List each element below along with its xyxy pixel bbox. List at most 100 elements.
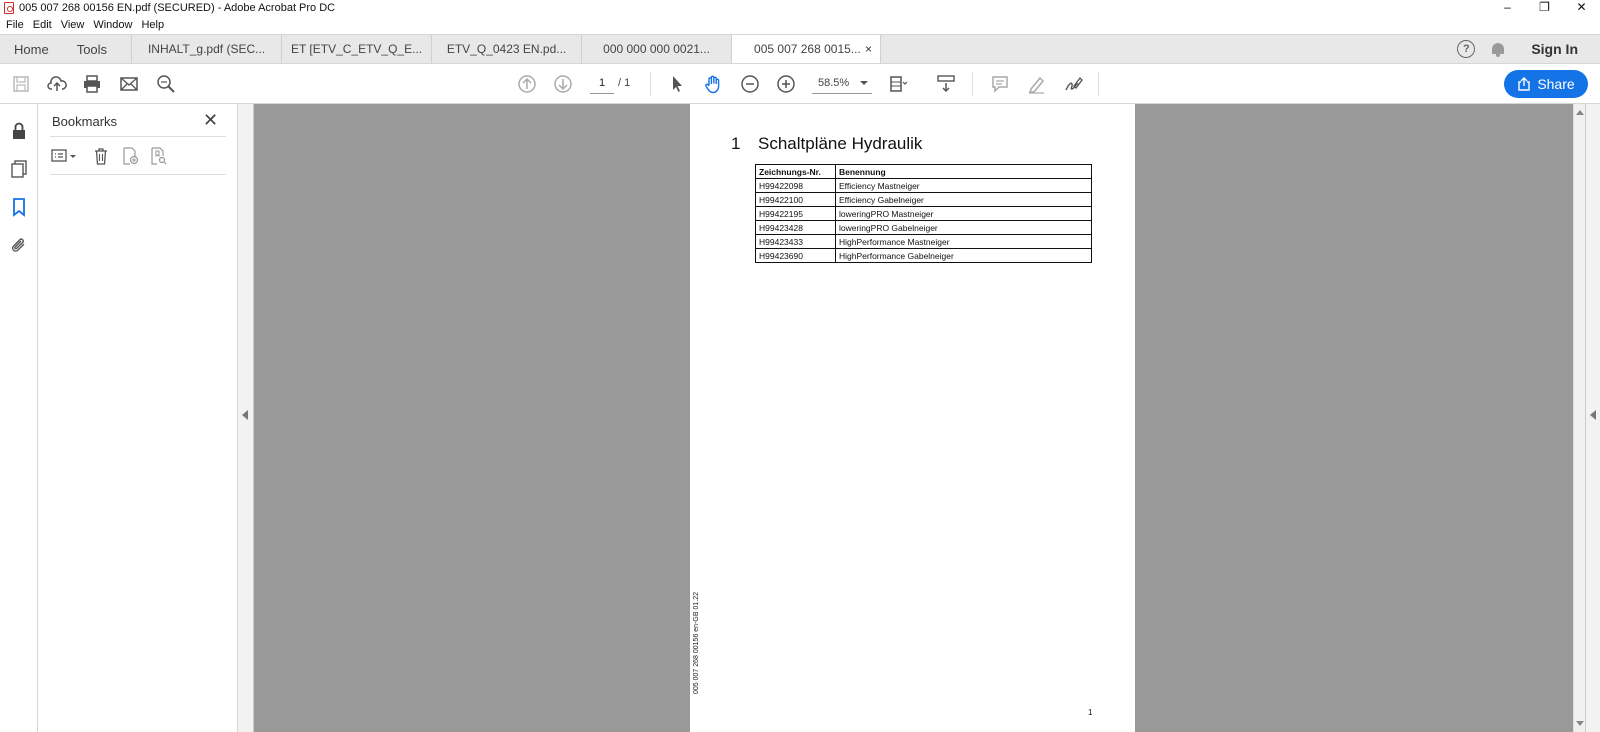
notification-bell-icon[interactable] (1491, 41, 1505, 57)
save-icon[interactable] (9, 72, 33, 96)
toolbar-divider (1098, 72, 1099, 96)
lock-icon[interactable] (8, 120, 30, 142)
hand-tool-icon[interactable] (701, 72, 725, 96)
section-number: 1 (731, 134, 741, 153)
document-tab[interactable]: ET [ETV_C_ETV_Q_E... (281, 35, 431, 63)
tab-tools[interactable]: Tools (63, 35, 131, 63)
document-tab[interactable]: 000 000 000 0021... (581, 35, 731, 63)
collapse-left-pane[interactable] (238, 104, 254, 732)
drawing-name: HighPerformance Gabelneiger (835, 248, 1092, 263)
document-tab[interactable]: ETV_Q_0423 EN.pd... (431, 35, 581, 63)
next-page-icon[interactable] (551, 72, 575, 96)
table-row: H99422098 Efficiency Mastneiger (755, 178, 1092, 193)
tab-bar: Home Tools INHALT_g.pdf (SEC... ET [ETV_… (0, 34, 1600, 64)
delete-bookmark-icon[interactable] (89, 144, 113, 168)
menu-window[interactable]: Window (93, 19, 132, 31)
left-rail (0, 104, 38, 732)
menu-help[interactable]: Help (141, 19, 164, 31)
page-total: / 1 (618, 77, 631, 89)
scroll-up-arrow-icon[interactable] (1576, 110, 1584, 115)
email-icon[interactable] (117, 72, 141, 96)
table-header-row: Zeichnungs-Nr. Benennung (755, 164, 1092, 179)
attachment-icon[interactable] (8, 234, 30, 256)
document-tab-label: 005 007 268 0015... (754, 42, 861, 56)
expand-right-arrow-icon (1590, 410, 1596, 420)
share-label: Share (1537, 76, 1575, 92)
panel-divider (50, 136, 226, 137)
page-thumbnails-icon[interactable] (8, 158, 30, 180)
help-icon[interactable]: ? (1457, 40, 1476, 58)
window-title: 005 007 268 00156 EN.pdf (SECURED) - Ado… (19, 2, 336, 14)
share-button[interactable]: Share (1504, 70, 1588, 98)
menu-bar: File Edit View Window Help (0, 16, 1600, 34)
bookmarks-title: Bookmarks (52, 114, 118, 129)
share-icon (1518, 77, 1531, 91)
table-row: H99423690 HighPerformance Gabelneiger (755, 248, 1092, 263)
drawing-name: Efficiency Gabelneiger (835, 192, 1092, 207)
close-window-button[interactable]: ✕ (1563, 0, 1600, 16)
table-row: H99423428 loweringPRO Gabelneiger (755, 220, 1092, 235)
zoom-level-select[interactable]: 58.5% (812, 73, 872, 94)
sign-icon[interactable] (1061, 72, 1085, 96)
tab-home[interactable]: Home (0, 35, 63, 63)
menu-edit[interactable]: Edit (33, 19, 52, 31)
highlight-pen-icon[interactable] (1024, 72, 1048, 96)
pdf-page[interactable]: 1 Schaltpläne Hydraulik Zeichnungs-Nr. B… (690, 104, 1135, 732)
toolbar-divider (972, 72, 973, 96)
page-fit-icon[interactable] (886, 72, 910, 96)
drawing-number: H99423690 (755, 248, 836, 263)
new-bookmark-icon[interactable] (118, 144, 142, 168)
drawings-table: Zeichnungs-Nr. Benennung H99422098 Effic… (755, 164, 1092, 263)
toolbar-divider (650, 72, 651, 96)
document-id: 005 007 268 00156 en-GB 01.22 (693, 592, 700, 694)
bookmark-properties-icon[interactable] (146, 144, 170, 168)
menu-view[interactable]: View (61, 19, 85, 31)
drawing-number: H99422195 (755, 206, 836, 221)
page-number-input[interactable]: 1 (590, 73, 614, 94)
bookmarks-panel: Bookmarks ✕ (38, 104, 238, 732)
search-zoom-icon[interactable] (154, 72, 178, 96)
column-header: Benennung (835, 164, 1092, 179)
close-icon[interactable]: ✕ (203, 110, 218, 130)
table-row: H99422100 Efficiency Gabelneiger (755, 192, 1092, 207)
page-number: 1 (1088, 708, 1093, 717)
drawing-name: loweringPRO Gabelneiger (835, 220, 1092, 235)
chevron-down-icon (860, 81, 868, 85)
section-title: Schaltpläne Hydraulik (758, 134, 923, 153)
expand-right-pane[interactable] (1585, 104, 1600, 732)
title-bar: 005 007 268 00156 EN.pdf (SECURED) - Ado… (0, 0, 1600, 16)
drawing-number: H99422098 (755, 178, 836, 193)
drawing-number: H99423433 (755, 234, 836, 249)
scroll-mode-icon[interactable] (934, 72, 958, 96)
drawing-number: H99423428 (755, 220, 836, 235)
drawing-name: HighPerformance Mastneiger (835, 234, 1092, 249)
tab-close-icon[interactable]: × (865, 42, 872, 56)
comment-icon[interactable] (988, 72, 1012, 96)
zoom-in-icon[interactable] (774, 72, 798, 96)
column-header: Zeichnungs-Nr. (755, 164, 836, 179)
window-controls: – ❐ ✕ (1489, 0, 1600, 16)
sign-in-link[interactable]: Sign In (1531, 41, 1578, 57)
bookmark-icon[interactable] (8, 196, 30, 218)
document-tab-active[interactable]: 005 007 268 0015... × (731, 35, 882, 63)
restore-button[interactable]: ❐ (1526, 0, 1563, 16)
drawing-name: Efficiency Mastneiger (835, 178, 1092, 193)
zoom-out-icon[interactable] (738, 72, 762, 96)
drawing-number: H99422100 (755, 192, 836, 207)
vertical-scrollbar[interactable] (1573, 104, 1585, 732)
collapse-left-arrow-icon (242, 410, 248, 420)
zoom-level-value: 58.5% (818, 77, 850, 89)
acrobat-pdf-icon (4, 2, 14, 14)
select-cursor-icon[interactable] (665, 72, 689, 96)
bookmark-options-icon[interactable] (48, 144, 80, 168)
menu-file[interactable]: File (6, 19, 24, 31)
previous-page-icon[interactable] (515, 72, 539, 96)
main-toolbar: 1 / 1 58.5% (0, 64, 1600, 104)
print-icon[interactable] (80, 72, 104, 96)
tabbar-right: ? Sign In (1457, 35, 1600, 63)
scroll-down-arrow-icon[interactable] (1576, 721, 1584, 726)
drawing-name: loweringPRO Mastneiger (835, 206, 1092, 221)
minimize-button[interactable]: – (1489, 0, 1526, 16)
cloud-upload-icon[interactable] (45, 72, 69, 96)
document-tab[interactable]: INHALT_g.pdf (SEC... (131, 35, 281, 63)
